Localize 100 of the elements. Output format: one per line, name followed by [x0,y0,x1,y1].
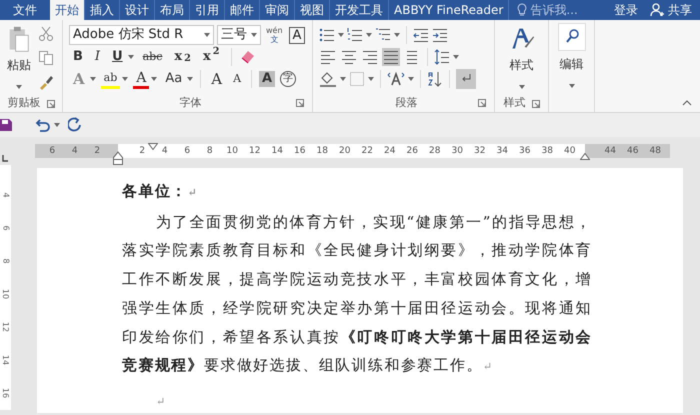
group-label: 样式 [504,95,526,112]
ruler-number: 4 [70,145,79,158]
dropdown-caret-icon[interactable] [453,55,459,59]
dialog-launcher-icon[interactable] [296,98,304,107]
paintbrush-icon[interactable] [38,74,54,90]
enclose-character-button[interactable]: 字 [279,69,298,89]
ruler-number: 40 [563,145,576,158]
ruler-number: 18 [316,145,329,158]
ruler-number: 32 [473,145,486,158]
share-button[interactable]: 共享 [668,1,692,19]
ruler-number: 8 [0,258,12,264]
increase-indent-icon[interactable] [432,27,448,43]
line-spacing-icon[interactable] [434,49,450,65]
paste-button[interactable]: 粘贴 [7,56,31,74]
underline-button[interactable]: U [108,47,135,67]
dialog-launcher-icon[interactable] [532,100,540,108]
dialog-launcher-icon[interactable] [46,100,54,108]
ruler-number: 10 [0,288,12,299]
hanging-indent-marker-icon[interactable] [113,151,123,165]
ribbon-tab[interactable]: 文件 [0,0,50,20]
save-icon[interactable] [0,118,12,132]
decrease-indent-icon[interactable] [413,27,429,43]
align-left-icon[interactable] [319,48,337,66]
copy-icon[interactable] [38,50,54,66]
ruler-number: 4 [0,192,12,198]
dropdown-caret-icon[interactable] [251,33,257,37]
ruler-number: 20 [338,145,352,158]
change-case-button[interactable]: Aa [161,69,194,89]
numbered-list-icon[interactable] [347,27,363,43]
grow-font-button[interactable]: A [207,69,226,89]
align-right-icon[interactable] [361,48,379,66]
lightbulb-icon[interactable] [517,3,528,17]
ruler-number: 46 [626,145,640,158]
dropdown-caret-icon[interactable] [368,77,374,81]
ruler-number: 8 [206,145,214,158]
ruler-number: 12 [0,321,12,332]
ruler-number: 2 [93,145,102,158]
first-line-indent-marker-icon[interactable] [148,143,158,150]
ruler-number: 24 [383,145,396,158]
paragraph-mark-icon[interactable] [456,69,476,89]
multilevel-list-icon[interactable] [375,27,391,43]
character-shading-button[interactable]: A [258,69,276,89]
ruler-number: 44 [604,145,617,158]
phonetic-guide-button[interactable]: wén [266,26,283,35]
font-color-button[interactable]: A [132,69,158,89]
highlight-button[interactable]: ab [100,69,130,89]
subscript-button[interactable]: x$_{2}$ [170,47,195,67]
character-border-button[interactable]: A [288,26,306,44]
dropdown-caret-icon [151,77,158,81]
right-indent-marker-icon[interactable] [580,153,590,160]
dropdown-caret-icon[interactable] [204,33,210,37]
ruler-number: 10 [226,145,239,158]
dropdown-caret-icon [128,55,134,59]
borders-icon[interactable] [349,71,365,87]
ruler-number: 16 [293,145,306,158]
collapse-ribbon-icon[interactable] [682,100,692,106]
dropdown-caret-icon[interactable] [394,33,400,37]
strikethrough-button[interactable]: abc [138,47,166,67]
text-layout-icon[interactable] [387,71,405,87]
bold-button[interactable]: B [69,47,87,67]
dropdown-caret-icon[interactable] [16,84,22,89]
ruler-number: 28 [428,145,442,158]
dropdown-caret-icon[interactable] [366,33,372,37]
shrink-font-button[interactable]: A [229,69,246,89]
dropdown-caret-icon[interactable] [518,84,524,89]
ruler-number: 36 [518,145,532,158]
align-justify-icon[interactable] [382,48,400,66]
tell-me-field[interactable]: 告诉我... [530,1,578,19]
person-add-icon[interactable] [650,3,664,17]
redo-icon[interactable] [68,117,82,133]
dropdown-caret-icon[interactable] [408,77,414,81]
undo-icon[interactable] [34,118,50,132]
paint-bucket-icon[interactable] [319,71,337,87]
sort-icon[interactable] [427,71,443,87]
dropdown-caret-icon[interactable] [54,123,60,127]
align-center-icon[interactable] [340,48,358,66]
italic-button[interactable]: I [90,47,104,67]
sign-in-link[interactable]: 登录 [614,1,638,19]
ruler-number: 14 [0,354,12,365]
font-size-field[interactable]: 三号 [217,25,261,45]
font-name-field[interactable]: Adobe 仿宋 Std R [69,25,214,45]
body-paragraph: 为了全面贯彻党的体育方针，实现“健康第一”的指导思想，落实学院素质教育目标和《全民健身计划纲要》，推动学院体育工作不断发展，提高学院运动竞技水平，丰富校园体育文化，增强学生体质，经学院研究决定举办第十届田径运动会。现将通知印发给你们，希望各系认真按《叮咚叮咚大学第十届田径运动会竞赛规程》要求做好选拔、组队训练和参赛工作。↵ [122,212,592,376]
dropdown-caret-icon[interactable] [568,84,574,88]
group-label: 剪贴板 [8,95,40,112]
bullet-list-icon[interactable] [319,27,335,43]
dropdown-caret-icon[interactable] [340,77,346,81]
group-label: 字体 [180,94,202,111]
ribbon-tab[interactable]: 开始 [50,0,85,20]
dialog-launcher-icon[interactable] [478,98,486,107]
scissors-icon[interactable] [38,26,54,42]
search-icon[interactable] [558,23,586,51]
dropdown-caret-icon[interactable] [338,33,344,37]
ruler-number: 2 [138,145,146,158]
phonetic-guide-button[interactable]: 文 [270,35,278,44]
ruler-number: 6 [48,145,56,158]
styles-button[interactable]: 样式 [510,56,534,74]
ruler-number: 4 [160,145,169,158]
ruler-number: 38 [540,145,554,158]
superscript-button[interactable]: x$^{2}$ [198,47,224,67]
editing-button[interactable]: 编辑 [560,55,584,73]
